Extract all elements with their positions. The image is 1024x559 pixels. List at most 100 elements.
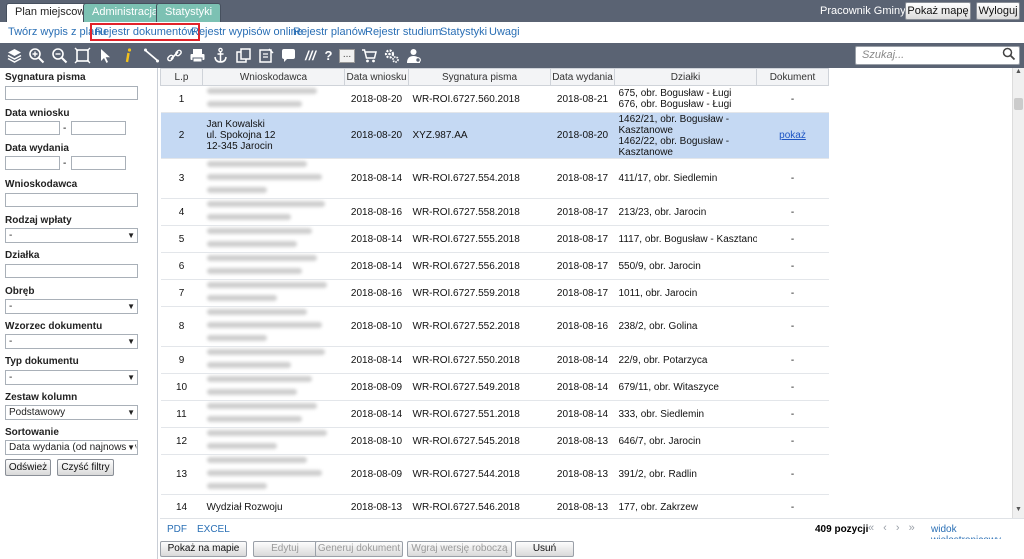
full-extent-icon[interactable]: [74, 47, 91, 64]
cell-request-date: 2018-08-14: [344, 225, 409, 253]
issue-date-from-field[interactable]: [5, 156, 60, 170]
link-icon[interactable]: [166, 47, 183, 64]
applicant-line: 12-345 Jarocin: [206, 141, 273, 152]
col-parcels[interactable]: Działki: [614, 68, 757, 86]
map-toolbar: /// ? ... Szukaj...: [0, 43, 1024, 68]
scroll-up-icon[interactable]: ▲: [1013, 68, 1024, 80]
document-empty: -: [790, 93, 795, 105]
user-name: Pracownik Gminy: [820, 5, 906, 17]
submenu-online-extracts[interactable]: Rejestr wypisów online: [191, 26, 303, 38]
table-row[interactable]: 7 2018-08-16 WR-ROI.6727.559.2018 2018-08-1…: [160, 279, 829, 307]
parcel-line: 1462/22, obr. Bogusław -: [618, 135, 730, 147]
show-map-button[interactable]: Pokaż mapę: [905, 2, 971, 20]
pagination-controls[interactable]: « ‹ › »: [868, 522, 918, 534]
table-row[interactable]: 6 2018-08-14 WR-ROI.6727.556.2018 2018-08-1…: [160, 252, 829, 280]
redacted-text: [206, 430, 327, 436]
zoom-in-icon[interactable]: [28, 47, 45, 64]
table-row[interactable]: 3 2018-08-14 WR-ROI.6727.554.2018 2018-08-1…: [160, 158, 829, 199]
parcel-field[interactable]: [5, 264, 138, 278]
submenu-statistics[interactable]: Statystyki: [440, 26, 487, 38]
table-row[interactable]: 5 2018-08-14 WR-ROI.6727.555.2018 2018-08-1…: [160, 225, 829, 253]
edit-button[interactable]: Edytuj: [253, 541, 317, 557]
cart-icon[interactable]: [361, 47, 378, 64]
settings-icon[interactable]: [383, 47, 400, 64]
table-row[interactable]: 1 2018-08-20 WR-ROI.6727.560.2018 2018-08-2…: [160, 85, 829, 113]
request-date-from-field[interactable]: [5, 121, 60, 135]
tab-administracja[interactable]: Administracja: [83, 3, 168, 22]
show-document-link[interactable]: pokaż: [779, 130, 806, 141]
submenu-remarks[interactable]: Uwagi: [489, 26, 520, 38]
table-row[interactable]: 10 2018-08-09 WR-ROI.6727.549.2018 2018-08-…: [160, 373, 829, 401]
cell-document: -: [756, 346, 829, 374]
col-document[interactable]: Dokument: [756, 68, 829, 86]
export-excel-link[interactable]: EXCEL: [197, 524, 230, 535]
note-icon[interactable]: [258, 47, 275, 64]
cell-applicant: [202, 85, 345, 113]
parcel-line: 646/7, obr. Jarocin: [618, 435, 701, 447]
delete-button[interactable]: Usuń: [515, 541, 574, 557]
cell-lp: 12: [160, 427, 203, 455]
doc-type-select[interactable]: - ▼: [5, 370, 138, 385]
select-arrow-icon[interactable]: [97, 47, 114, 64]
district-select[interactable]: - ▼: [5, 299, 138, 314]
table-row[interactable]: 11 2018-08-14 WR-ROI.6727.551.2018 2018-08-…: [160, 400, 829, 428]
redacted-text: [206, 376, 312, 382]
cell-request-date: 2018-08-20: [344, 85, 409, 113]
scroll-down-icon[interactable]: ▼: [1013, 506, 1024, 518]
signature-field[interactable]: [5, 86, 138, 100]
anchor-icon[interactable]: [212, 47, 229, 64]
search-icon[interactable]: [1002, 47, 1020, 64]
table-row[interactable]: 13 2018-08-09 WR-ROI.6727.544.2018 2018-08-…: [160, 454, 829, 495]
col-applicant[interactable]: Wnioskodawca: [202, 68, 345, 86]
col-signature[interactable]: Sygnatura pisma: [408, 68, 551, 86]
sort-select[interactable]: Data wydania (od najnowszych) ▼: [5, 440, 138, 455]
redacted-text: [206, 362, 291, 368]
issue-date-separator: -: [63, 158, 67, 169]
chevron-down-icon: ▼: [127, 337, 135, 346]
users-icon[interactable]: [405, 47, 422, 64]
info-icon[interactable]: [120, 47, 137, 64]
table-row[interactable]: 4 2018-08-16 WR-ROI.6727.558.2018 2018-08-1…: [160, 198, 829, 226]
refresh-button[interactable]: Odśwież: [5, 459, 51, 476]
payment-type-select[interactable]: - ▼: [5, 228, 138, 243]
table-row[interactable]: 2 Jan Kowalski ul. Spokojna 12 12-345 Jaroc…: [160, 112, 829, 159]
col-request-date[interactable]: Data wniosku: [344, 68, 409, 86]
submenu-study-register[interactable]: Rejestr studium: [365, 26, 441, 38]
document-empty: -: [790, 287, 795, 299]
table-row[interactable]: 9 2018-08-14 WR-ROI.6727.550.2018 2018-08-1…: [160, 346, 829, 374]
request-date-to-field[interactable]: [71, 121, 126, 135]
table-row[interactable]: 8 2018-08-10 WR-ROI.6727.552.2018 2018-08-1…: [160, 306, 829, 347]
scroll-thumb[interactable]: [1014, 98, 1023, 110]
measure-line-icon[interactable]: [143, 47, 160, 64]
layers-icon[interactable]: [6, 47, 23, 64]
chevron-down-icon: ▼: [127, 302, 135, 311]
more-icon[interactable]: ...: [339, 49, 355, 63]
submenu-document-register[interactable]: Rejestr dokumentów: [90, 23, 201, 41]
parcel-label: Działka: [5, 250, 40, 261]
print-icon[interactable]: [189, 47, 206, 64]
submenu-plan-register[interactable]: Rejestr planów: [293, 26, 366, 38]
logout-button[interactable]: Wyloguj: [976, 2, 1020, 20]
tab-statystyki[interactable]: Statystyki: [156, 3, 222, 22]
table-row[interactable]: 12 2018-08-10 WR-ROI.6727.545.2018 2018-08-…: [160, 427, 829, 455]
clear-filters-button[interactable]: Czyść filtry: [57, 459, 114, 476]
help-icon[interactable]: ?: [320, 47, 337, 64]
export-pdf-link[interactable]: PDF: [167, 524, 187, 535]
table-row[interactable]: 14 Wydział Rozwoju 2018-08-13 WR-ROI.6727.5…: [160, 494, 829, 518]
template-select[interactable]: - ▼: [5, 334, 138, 349]
show-on-map-button[interactable]: Pokaż na mapie: [160, 541, 247, 557]
col-issue-date[interactable]: Data wydania: [550, 68, 615, 86]
export-icon[interactable]: [235, 47, 252, 64]
col-lp[interactable]: L.p: [160, 68, 203, 86]
zoom-out-icon[interactable]: [51, 47, 68, 64]
applicant-field[interactable]: [5, 193, 138, 207]
columns-select[interactable]: Podstawowy ▼: [5, 405, 138, 420]
comment-icon[interactable]: [280, 47, 297, 64]
applicant-label: Wnioskodawca: [5, 179, 78, 190]
upload-draft-button[interactable]: Wgraj wersję roboczą: [407, 541, 512, 557]
hatch-icon[interactable]: ///: [302, 47, 319, 64]
issue-date-to-field[interactable]: [71, 156, 126, 170]
search-input[interactable]: Szukaj...: [855, 46, 1020, 65]
generate-document-button[interactable]: Generuj dokument: [315, 541, 403, 557]
table-scrollbar[interactable]: ▲ ▼: [1012, 68, 1024, 518]
